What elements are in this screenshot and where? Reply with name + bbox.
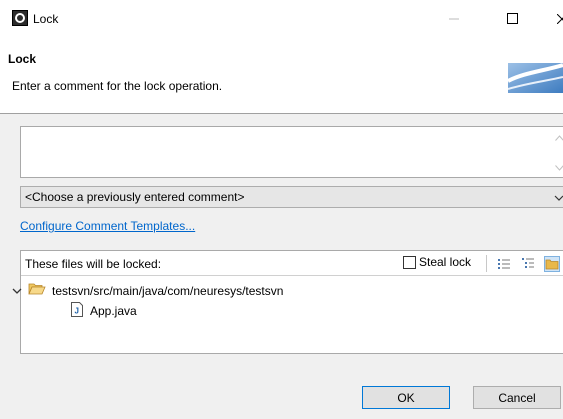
dialog-title: Lock [8, 52, 37, 66]
scroll-up-icon[interactable] [555, 130, 563, 144]
window-title: Lock [33, 12, 59, 26]
tree-folder-row[interactable]: testsvn/src/main/java/com/neuresys/tests… [12, 282, 283, 299]
ok-button[interactable]: OK [362, 386, 450, 409]
previous-comment-value: <Choose a previously entered comment> [25, 190, 245, 204]
comment-field-container [20, 126, 563, 178]
svg-text:J: J [75, 307, 79, 316]
maximize-button[interactable] [489, 0, 535, 40]
steal-lock-checkbox[interactable]: Steal lock [403, 255, 471, 269]
toolbar-divider [486, 255, 487, 272]
tree-icon[interactable] [520, 256, 536, 272]
close-icon [556, 13, 563, 27]
configure-templates-link[interactable]: Configure Comment Templates... [20, 219, 195, 233]
steal-lock-box[interactable] [403, 255, 416, 269]
title-bar: Lock [0, 0, 563, 40]
tree-file-row[interactable]: J App.java [70, 302, 137, 320]
minimize-button[interactable] [431, 0, 477, 40]
dropdown-arrow-icon [554, 191, 563, 205]
cancel-button[interactable]: Cancel [473, 386, 561, 409]
app-icon [12, 10, 28, 26]
minimize-icon [449, 13, 459, 27]
folder-view-icon[interactable] [544, 256, 560, 272]
maximize-icon [506, 13, 518, 27]
expand-chevron-icon[interactable] [12, 284, 22, 298]
dialog-description: Enter a comment for the lock operation. [12, 79, 223, 93]
dialog-header: Lock Enter a comment for the lock operat… [0, 40, 563, 113]
tree-folder-label: testsvn/src/main/java/com/neuresys/tests… [52, 283, 284, 298]
comment-input[interactable] [21, 127, 563, 177]
folder-open-icon [28, 282, 46, 299]
comment-scrollbar[interactable] [551, 127, 563, 177]
files-toolbar: These files will be locked: Steal lock [21, 251, 563, 276]
steal-lock-label: Steal lock [419, 255, 472, 269]
svn-banner-icon [507, 51, 563, 104]
header-separator [0, 113, 563, 114]
close-button[interactable] [539, 0, 563, 40]
java-file-icon: J [70, 302, 84, 320]
tree-file-label: App.java [90, 304, 137, 318]
previous-comment-select[interactable]: <Choose a previously entered comment> [20, 186, 563, 208]
files-label: These files will be locked: [25, 257, 162, 271]
scroll-down-icon[interactable] [555, 160, 563, 174]
flat-list-icon[interactable] [496, 256, 512, 272]
